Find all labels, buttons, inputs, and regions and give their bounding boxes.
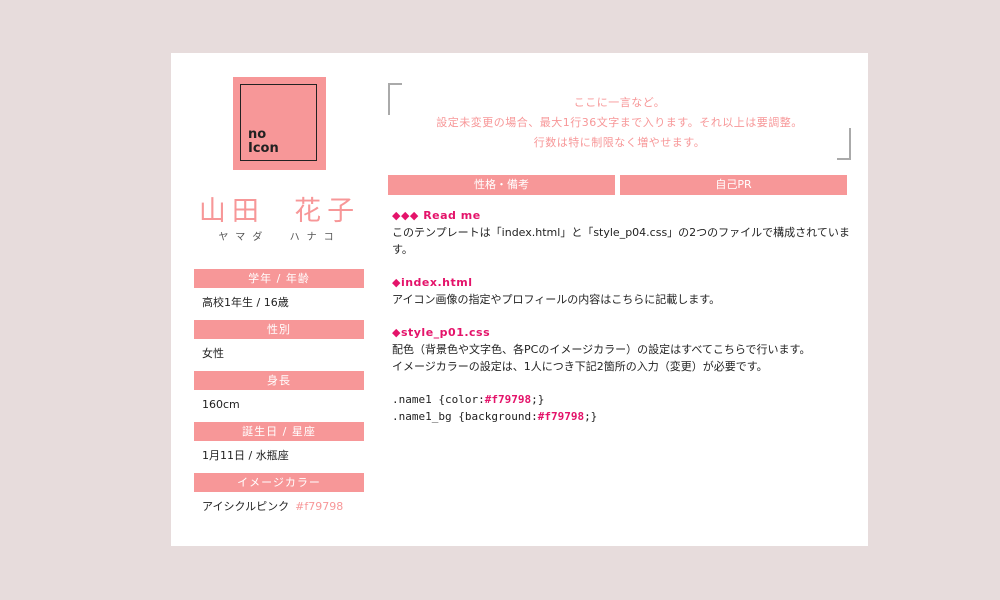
code-line-2: .name1_bg {background:#f79798;}	[392, 408, 852, 425]
image-color-name: アイシクルピンク	[202, 500, 290, 513]
avatar: no Icon	[233, 77, 326, 170]
code-line-1-suffix: ;}	[531, 393, 545, 406]
index-body: アイコン画像の指定やプロフィールの内容はこちらに記載します。	[392, 293, 721, 306]
info-value-gender: 女性	[202, 347, 224, 360]
avatar-line1: no	[248, 127, 267, 142]
character-name: 山田 花子	[198, 196, 361, 227]
quote-line-3: 行数は特に制限なく増やせます。	[533, 136, 706, 149]
readme-title: ◆◆◆ Read me	[392, 209, 481, 222]
css-body-1: 配色（背景色や文字色、各PCのイメージカラー）の設定はすべてこちらで行います。	[392, 343, 811, 356]
tab-self-pr[interactable]: 自己PR	[620, 175, 847, 195]
code-line-2-hex: #f79798	[537, 410, 585, 423]
profile-card: no Icon 山田 花子 ヤマダ ハナコ 学年 / 年齢 高校1年生 / 16…	[171, 53, 868, 546]
readme-body: このテンプレートは「index.html」と「style_p04.css」の2つ…	[392, 226, 850, 256]
info-label-image-color: イメージカラー	[194, 473, 364, 492]
image-color-hex: #f79798	[295, 500, 344, 513]
code-sample: .name1 {color:#f79798;} .name1_bg {backg…	[392, 391, 852, 425]
quote-line-2: 設定未変更の場合、最大1行36文字まで入ります。それ以上は要調整。	[436, 116, 803, 129]
avatar-line2: Icon	[248, 141, 279, 156]
info-value-height: 160cm	[202, 398, 240, 411]
character-furigana: ヤマダ ハナコ	[218, 232, 341, 243]
css-body-2: イメージカラーの設定は、1人につき下記2箇所の入力（変更）が必要です。	[392, 360, 768, 373]
tab-personality-notes[interactable]: 性格・備考	[388, 175, 615, 195]
code-line-1-hex: #f79798	[484, 393, 532, 406]
avatar-placeholder-text: no Icon	[248, 128, 279, 156]
css-section: ◆style_p01.css 配色（背景色や文字色、各PCのイメージカラー）の設…	[392, 324, 852, 375]
code-line-2-prefix: .name1_bg {background:	[392, 410, 538, 423]
info-label-gender: 性別	[194, 320, 364, 339]
css-title: ◆style_p01.css	[392, 326, 491, 339]
info-value-birthday-sign: 1月11日 / 水瓶座	[202, 449, 289, 462]
code-line-1: .name1 {color:#f79798;}	[392, 391, 852, 408]
tab-content: ◆◆◆ Read me このテンプレートは「index.html」と「style…	[392, 207, 852, 425]
index-title: ◆index.html	[392, 276, 473, 289]
index-section: ◆index.html アイコン画像の指定やプロフィールの内容はこちらに記載しま…	[392, 274, 852, 308]
profile-info-list: 学年 / 年齢 高校1年生 / 16歳 性別 女性 身長 160cm 誕生日 /…	[194, 269, 364, 524]
code-line-1-prefix: .name1 {color:	[392, 393, 485, 406]
section-tabs: 性格・備考 自己PR	[388, 175, 848, 195]
avatar-frame: no Icon	[240, 84, 317, 161]
info-value-grade-age: 高校1年生 / 16歳	[202, 296, 289, 309]
info-label-grade-age: 学年 / 年齢	[194, 269, 364, 288]
quote-text: ここに一言など。 設定未変更の場合、最大1行36文字まで入ります。それ以上は要調…	[388, 93, 851, 153]
info-label-birthday-sign: 誕生日 / 星座	[194, 422, 364, 441]
info-label-height: 身長	[194, 371, 364, 390]
quote-box: ここに一言など。 設定未変更の場合、最大1行36文字まで入ります。それ以上は要調…	[388, 83, 851, 160]
readme-section: ◆◆◆ Read me このテンプレートは「index.html」と「style…	[392, 207, 852, 258]
info-value-image-color: アイシクルピンク #f79798	[194, 492, 364, 524]
quote-line-1: ここに一言など。	[573, 96, 666, 109]
code-line-2-suffix: ;}	[584, 410, 598, 423]
